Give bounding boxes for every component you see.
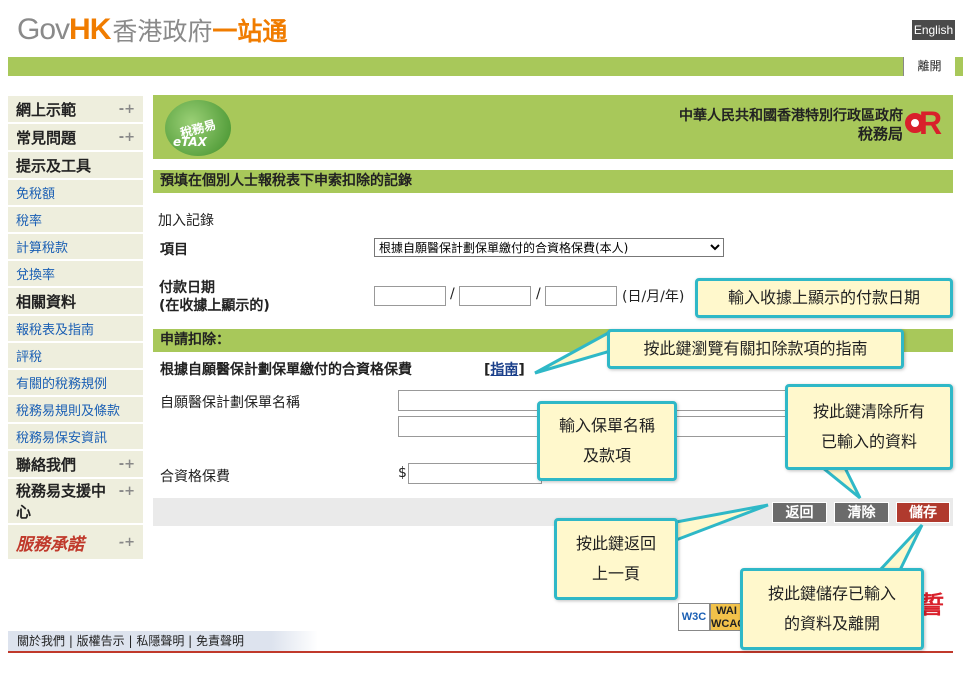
expand-arrow-icon: -+: [118, 129, 135, 145]
item-select[interactable]: 根據自願醫保計劃保單繳付的合資格保費(本人): [374, 238, 724, 257]
day-input[interactable]: [374, 286, 446, 306]
logo-hk: HK: [69, 13, 111, 46]
page-title: 預填在個別人士報稅表下申索扣除的記錄: [153, 170, 953, 193]
pay-date-label: 付款日期: [159, 280, 215, 296]
page-root: Gov HK 香港政府 一站通 English 離開 網上示範 -+ 常見問題 -+ 提…: [0, 0, 970, 674]
logo-zh-grey: 香港政府: [112, 17, 213, 46]
sidebar-item-4[interactable]: 稅率: [8, 207, 143, 232]
item-label: 項目: [160, 242, 188, 258]
sidebar-item-label: 報稅表及指南: [16, 323, 95, 338]
date-format-hint: (日/月/年): [622, 289, 685, 305]
sidebar-item-label: 兌換率: [16, 268, 56, 283]
sidebar-item-12[interactable]: 稅務易保安資訊: [8, 424, 143, 449]
ird-logo-icon: R: [905, 105, 945, 141]
govhk-logo[interactable]: Gov HK 香港政府 一站通: [17, 10, 287, 50]
callout-back-tip: 按此鍵返回 上一頁: [554, 518, 678, 600]
callout-save-tip: 按此鍵儲存已輸入 的資料及離開: [740, 568, 924, 650]
callout-date-tip: 輸入收據上顯示的付款日期: [695, 278, 953, 318]
sidebar-item-15[interactable]: 服務承諾 -+: [8, 525, 143, 559]
date-separator: /: [450, 286, 455, 302]
date-separator: /: [536, 286, 541, 302]
claim-item-label: 根據自願醫保計劃保單繳付的合資格保費: [160, 362, 412, 378]
sidebar-item-label: 服務承諾: [16, 534, 84, 555]
premium-label: 合資格保費: [160, 469, 230, 485]
currency-symbol: $: [398, 465, 407, 481]
sidebar-item-1[interactable]: 常見問題 -+: [8, 124, 143, 150]
sidebar-item-label: 常見問題: [16, 128, 77, 147]
back-button[interactable]: 返回: [772, 502, 827, 523]
month-input[interactable]: [459, 286, 531, 306]
expand-arrow-icon: -+: [118, 456, 135, 472]
sidebar-item-14[interactable]: 稅務易支援中心 -+: [8, 479, 143, 523]
sidebar-item-label: 評稅: [16, 350, 43, 365]
wcag-badge[interactable]: WAI WCAG: [710, 603, 746, 631]
guide-link[interactable]: 指南: [490, 362, 518, 378]
logo-zh-orange: 一站通: [212, 17, 288, 46]
etax-logo-en: eTAX: [173, 135, 207, 149]
sidebar-item-label: 聯絡我們: [16, 455, 77, 474]
sidebar-item-label: 稅率: [16, 214, 43, 229]
footer-divider: [8, 651, 953, 653]
sidebar-item-label: 免稅額: [16, 187, 56, 202]
sidebar-item-13[interactable]: 聯絡我們 -+: [8, 451, 143, 477]
expand-arrow-icon: -+: [118, 101, 135, 117]
action-bar: [153, 498, 953, 526]
year-input[interactable]: [545, 286, 617, 306]
sidebar: 網上示範 -+ 常見問題 -+ 提示及工具免稅額稅率計算稅款兌換率相關資料報稅表及指南評…: [8, 96, 143, 561]
sidebar-item-label: 稅務易支援中心: [16, 482, 107, 521]
logo-gov: Gov: [17, 13, 70, 46]
sidebar-item-label: 計算稅款: [16, 241, 69, 256]
expand-arrow-icon: -+: [118, 534, 135, 550]
callout-clear-tip: 按此鍵清除所有 已輸入的資料: [785, 384, 953, 470]
policy-name-label: 自願醫保計劃保單名稱: [160, 395, 300, 411]
guide-link-wrapper: [指南]: [484, 362, 525, 378]
sidebar-item-label: 網上示範: [16, 100, 77, 119]
sidebar-item-label: 有關的稅務規例: [16, 377, 108, 392]
w3c-badge[interactable]: W3C: [678, 603, 710, 631]
sidebar-item-6[interactable]: 兌換率: [8, 261, 143, 286]
logout-button[interactable]: 離開: [903, 57, 955, 76]
expand-arrow-icon: -+: [118, 484, 135, 499]
government-line: 中華人民共和國香港特別行政區政府: [679, 108, 903, 124]
sidebar-item-2: 提示及工具: [8, 152, 143, 178]
department-line: 稅務局: [857, 125, 903, 143]
sidebar-item-11[interactable]: 稅務易規則及條款: [8, 397, 143, 422]
save-button[interactable]: 儲存: [896, 502, 950, 523]
english-button[interactable]: English: [912, 20, 955, 40]
sidebar-item-10[interactable]: 有關的稅務規例: [8, 370, 143, 395]
pay-date-sublabel: (在收據上顯示的): [159, 298, 270, 314]
department-name: 中華人民共和國香港特別行政區政府 稅務局: [679, 107, 903, 143]
clear-button[interactable]: 清除: [834, 502, 889, 523]
add-record-label: 加入記錄: [158, 213, 214, 229]
sidebar-item-5[interactable]: 計算稅款: [8, 234, 143, 259]
sidebar-item-label: 相關資料: [16, 292, 77, 311]
sidebar-item-7: 相關資料: [8, 288, 143, 314]
sidebar-item-8[interactable]: 報稅表及指南: [8, 316, 143, 341]
sidebar-item-label: 稅務易規則及條款: [16, 404, 121, 419]
premium-input[interactable]: [408, 463, 542, 484]
etax-logo: 稅務易 eTAX: [165, 100, 231, 156]
sidebar-item-9[interactable]: 評稅: [8, 343, 143, 368]
sidebar-item-3[interactable]: 免稅額: [8, 180, 143, 205]
sidebar-item-0[interactable]: 網上示範 -+: [8, 96, 143, 122]
top-green-bar: [8, 57, 963, 76]
callout-guide-tip: 按此鍵瀏覽有關扣除款項的指南: [607, 329, 904, 369]
etax-banner: 稅務易 eTAX 中華人民共和國香港特別行政區政府 稅務局 R: [153, 95, 953, 159]
sidebar-item-label: 提示及工具: [16, 156, 92, 175]
sidebar-item-label: 稅務易保安資訊: [16, 431, 108, 446]
callout-policy-tip: 輸入保單名稱 及款項: [537, 401, 677, 481]
footer-links[interactable]: 關於我們 | 版權告示 | 私隱聲明 | 免責聲明: [8, 631, 318, 651]
